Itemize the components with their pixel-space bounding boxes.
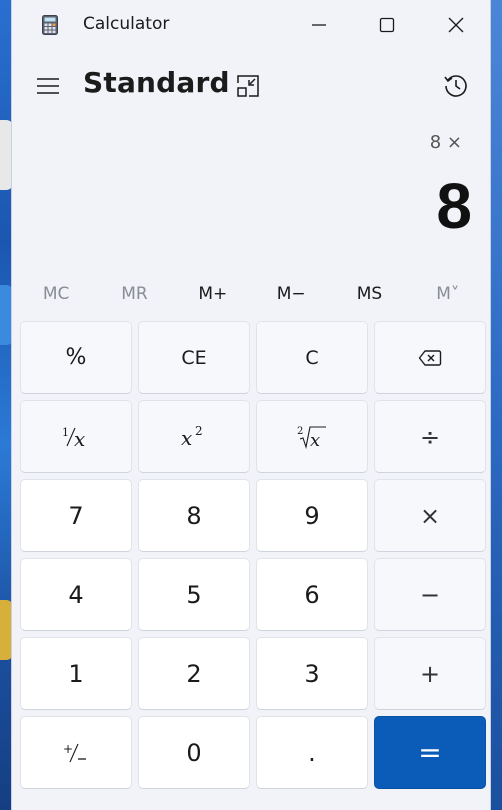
reciprocal-icon: 1 x	[62, 426, 85, 450]
memory-store-button[interactable]: MS	[330, 275, 408, 313]
digit-9-button[interactable]: 9	[256, 479, 368, 552]
minimize-icon	[312, 24, 326, 26]
digit-4-button[interactable]: 4	[20, 558, 132, 631]
subtract-button[interactable]: −	[374, 558, 486, 631]
window-title: Calculator	[83, 14, 170, 34]
percent-button[interactable]: %	[20, 321, 132, 394]
svg-text:1: 1	[62, 426, 69, 439]
negate-button[interactable]: +	[20, 716, 132, 789]
multiply-button[interactable]: ×	[374, 479, 486, 552]
equals-button[interactable]: =	[374, 716, 486, 789]
memory-list-button[interactable]: M˅	[409, 275, 487, 313]
reciprocal-button[interactable]: 1 x	[20, 400, 132, 473]
svg-text:x: x	[74, 427, 85, 450]
hamburger-menu-icon	[37, 78, 59, 94]
memory-add-button[interactable]: M+	[174, 275, 252, 313]
result-display: 8	[436, 170, 472, 242]
desktop-background-right	[490, 0, 502, 810]
memory-recall-button[interactable]: MR	[95, 275, 173, 313]
svg-text:+: +	[63, 742, 73, 756]
close-button[interactable]	[433, 6, 479, 44]
svg-text:2: 2	[297, 426, 303, 437]
minimize-button[interactable]	[296, 6, 342, 44]
digit-6-button[interactable]: 6	[256, 558, 368, 631]
digit-8-button[interactable]: 8	[138, 479, 250, 552]
calculator-header: Standard	[12, 58, 490, 114]
square-root-button[interactable]: 2 x	[256, 400, 368, 473]
add-button[interactable]: +	[374, 637, 486, 710]
svg-text:x: x	[181, 426, 192, 450]
backspace-button[interactable]	[374, 321, 486, 394]
title-bar[interactable]: Calculator	[12, 0, 490, 50]
digit-7-button[interactable]: 7	[20, 479, 132, 552]
svg-text:x: x	[310, 430, 320, 450]
memory-clear-button[interactable]: MC	[17, 275, 95, 313]
digit-3-button[interactable]: 3	[256, 637, 368, 710]
keep-on-top-icon	[237, 75, 259, 97]
divide-button[interactable]: ÷	[374, 400, 486, 473]
expression-display: 8 ×	[429, 132, 462, 153]
decimal-button[interactable]: .	[256, 716, 368, 789]
memory-bar: MC MR M+ M− MS M˅	[17, 275, 487, 313]
calculator-icon	[42, 15, 58, 35]
calculator-window: Calculator Standard 8 × 8 MC MR M+ M− MS…	[11, 0, 491, 810]
digit-2-button[interactable]: 2	[138, 637, 250, 710]
digit-1-button[interactable]: 1	[20, 637, 132, 710]
close-icon	[448, 17, 464, 33]
svg-text:2: 2	[195, 424, 203, 438]
plus-minus-icon: +	[63, 742, 86, 762]
maximize-icon	[379, 17, 395, 33]
digit-0-button[interactable]: 0	[138, 716, 250, 789]
memory-subtract-button[interactable]: M−	[252, 275, 330, 313]
clear-button[interactable]: C	[256, 321, 368, 394]
maximize-button[interactable]	[364, 6, 410, 44]
keypad: % CE C 1 x x 2 2 x ÷ 7 8 9 × 4 5 6 − 1 2…	[20, 321, 486, 789]
square-root-icon: 2 x	[297, 426, 326, 450]
navigation-menu-button[interactable]	[30, 70, 66, 102]
backspace-icon	[418, 349, 442, 366]
clear-entry-button[interactable]: CE	[138, 321, 250, 394]
mode-title: Standard	[83, 66, 230, 99]
history-icon	[444, 75, 467, 97]
history-button[interactable]	[436, 68, 476, 104]
digit-5-button[interactable]: 5	[138, 558, 250, 631]
keep-on-top-button[interactable]	[230, 70, 266, 102]
square-button[interactable]: x 2	[138, 400, 250, 473]
square-icon: x 2	[181, 424, 203, 450]
